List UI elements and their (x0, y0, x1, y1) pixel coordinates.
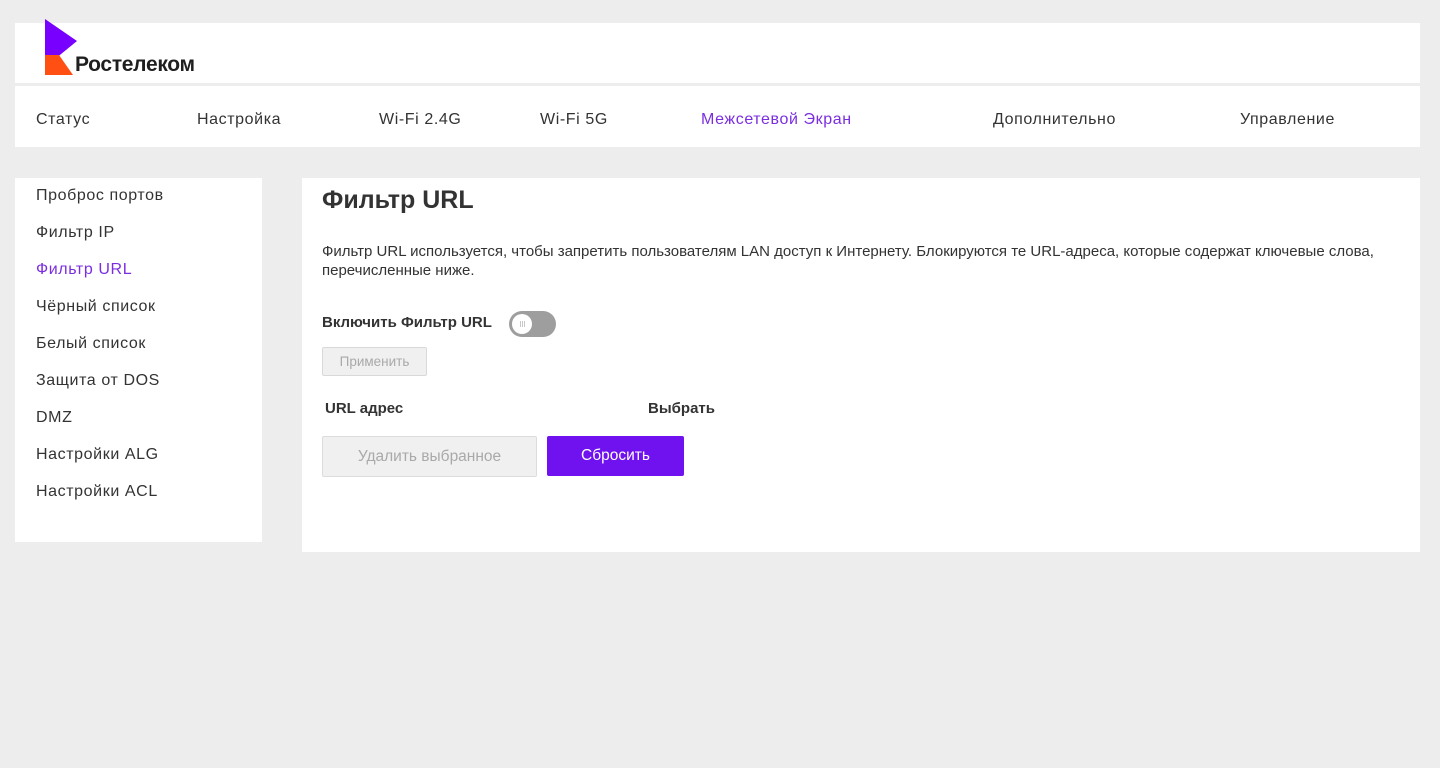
sidebar: Проброс портов Фильтр IP Фильтр URL Чёрн… (15, 178, 262, 542)
nav-advanced[interactable]: Дополнительно (993, 86, 1116, 147)
main-panel: Фильтр URL Фильтр URL используется, чтоб… (302, 178, 1420, 552)
sidebar-item-ip-filter[interactable]: Фильтр IP (36, 221, 115, 245)
nav-settings[interactable]: Настройка (197, 86, 281, 147)
sidebar-item-port-forwarding[interactable]: Проброс портов (36, 184, 164, 208)
page-description: Фильтр URL используется, чтобы запретить… (322, 243, 1374, 279)
nav-wifi-5g[interactable]: Wi-Fi 5G (540, 86, 608, 147)
sidebar-item-alg-settings[interactable]: Настройки ALG (36, 443, 159, 467)
sidebar-item-url-filter[interactable]: Фильтр URL (36, 258, 132, 282)
sidebar-item-whitelist[interactable]: Белый список (36, 332, 146, 356)
logo-mark-icon (45, 19, 77, 75)
sidebar-item-dos-protection[interactable]: Защита от DOS (36, 369, 160, 393)
enable-url-filter-label: Включить Фильтр URL (322, 314, 492, 331)
grip-icon (519, 321, 525, 327)
nav-management[interactable]: Управление (1240, 86, 1335, 147)
column-header-select: Выбрать (648, 400, 715, 417)
reset-button[interactable]: Сбросить (547, 436, 684, 476)
top-navigation: Статус Настройка Wi-Fi 2.4G Wi-Fi 5G Меж… (15, 86, 1420, 147)
apply-button[interactable]: Применить (322, 347, 427, 376)
delete-selected-button[interactable]: Удалить выбранное (322, 436, 537, 477)
toggle-knob (512, 314, 532, 334)
rostelecom-logo[interactable]: Ростелеком (45, 19, 195, 83)
nav-firewall[interactable]: Межсетевой Экран (701, 86, 852, 147)
page-title: Фильтр URL (322, 186, 474, 214)
logo-text: Ростелеком (75, 53, 195, 76)
sidebar-item-dmz[interactable]: DMZ (36, 406, 72, 430)
sidebar-item-blacklist[interactable]: Чёрный список (36, 295, 156, 319)
enable-url-filter-toggle[interactable] (509, 311, 556, 337)
column-header-url: URL адрес (325, 400, 404, 417)
sidebar-item-acl-settings[interactable]: Настройки ACL (36, 480, 158, 504)
nav-status[interactable]: Статус (36, 86, 90, 147)
nav-wifi-24g[interactable]: Wi-Fi 2.4G (379, 86, 461, 147)
header-bar: Ростелеком (15, 19, 1420, 83)
